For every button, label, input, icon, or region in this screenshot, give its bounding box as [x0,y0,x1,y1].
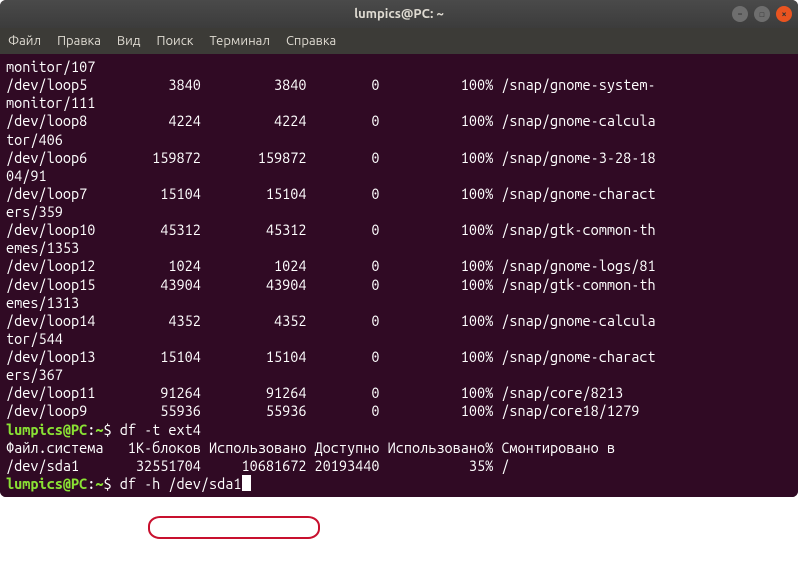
cursor [242,475,251,491]
maximize-button[interactable]: ☐ [754,6,770,22]
window-controls: – ☐ × [732,6,792,22]
menu-search[interactable]: Поиск [156,34,193,48]
prompt-userhost: lumpics@PC [6,475,87,492]
menu-help[interactable]: Справка [286,34,336,48]
command-1: df -t ext4 [120,421,201,438]
terminal-window: lumpics@PC: ~ – ☐ × Файл Правка Вид Поис… [0,0,798,497]
df-row: /dev/loop8 4224 4224 0 100% /snap/gnome-… [6,112,656,129]
menu-terminal[interactable]: Терминал [209,34,269,48]
minimize-button[interactable]: – [732,6,748,22]
output-wrap: monitor/111 [6,94,95,111]
df-row: /dev/loop7 15104 15104 0 100% /snap/gnom… [6,185,656,202]
output-wrap: emes/1353 [6,239,79,256]
menubar: Файл Правка Вид Поиск Терминал Справка [0,28,798,54]
menu-view[interactable]: Вид [117,34,141,48]
df-row: /dev/loop9 55936 55936 0 100% /snap/core… [6,402,639,419]
df-header: Файл.система 1K-блоков Использовано Дост… [6,439,615,456]
output-wrap: tor/406 [6,131,63,148]
df-row: /dev/loop5 3840 3840 0 100% /snap/gnome-… [6,76,656,93]
prompt-userhost: lumpics@PC [6,421,87,438]
output-wrap: emes/1313 [6,294,79,311]
df-row: /dev/loop13 15104 15104 0 100% /snap/gno… [6,348,656,365]
output-wrap: tor/544 [6,330,63,347]
output-wrap: 04/91 [6,167,47,184]
df-row: /dev/loop11 91264 91264 0 100% /snap/cor… [6,384,623,401]
menu-edit[interactable]: Правка [57,34,101,48]
titlebar: lumpics@PC: ~ – ☐ × [0,0,798,28]
df-row-ext4: /dev/sda1 32551704 10681672 20193440 35%… [6,457,509,474]
df-row: /dev/loop14 4352 4352 0 100% /snap/gnome… [6,312,656,329]
df-row: /dev/loop15 43904 43904 0 100% /snap/gtk… [6,276,656,293]
df-row: /dev/loop12 1024 1024 0 100% /snap/gnome… [6,257,656,274]
output-wrap: ers/367 [6,366,63,383]
df-row: /dev/loop6 159872 159872 0 100% /snap/gn… [6,149,656,166]
highlight-annotation [148,516,320,539]
window-title: lumpics@PC: ~ [354,7,444,21]
output-wrap: ers/359 [6,203,63,220]
menu-file[interactable]: Файл [8,34,41,48]
close-button[interactable]: × [776,6,792,22]
output-wrap: monitor/107 [6,58,95,75]
df-row: /dev/loop10 45312 45312 0 100% /snap/gtk… [6,221,656,238]
terminal-output[interactable]: monitor/107 /dev/loop5 3840 3840 0 100% … [0,54,798,497]
command-2: df -h /dev/sda1 [120,475,242,492]
